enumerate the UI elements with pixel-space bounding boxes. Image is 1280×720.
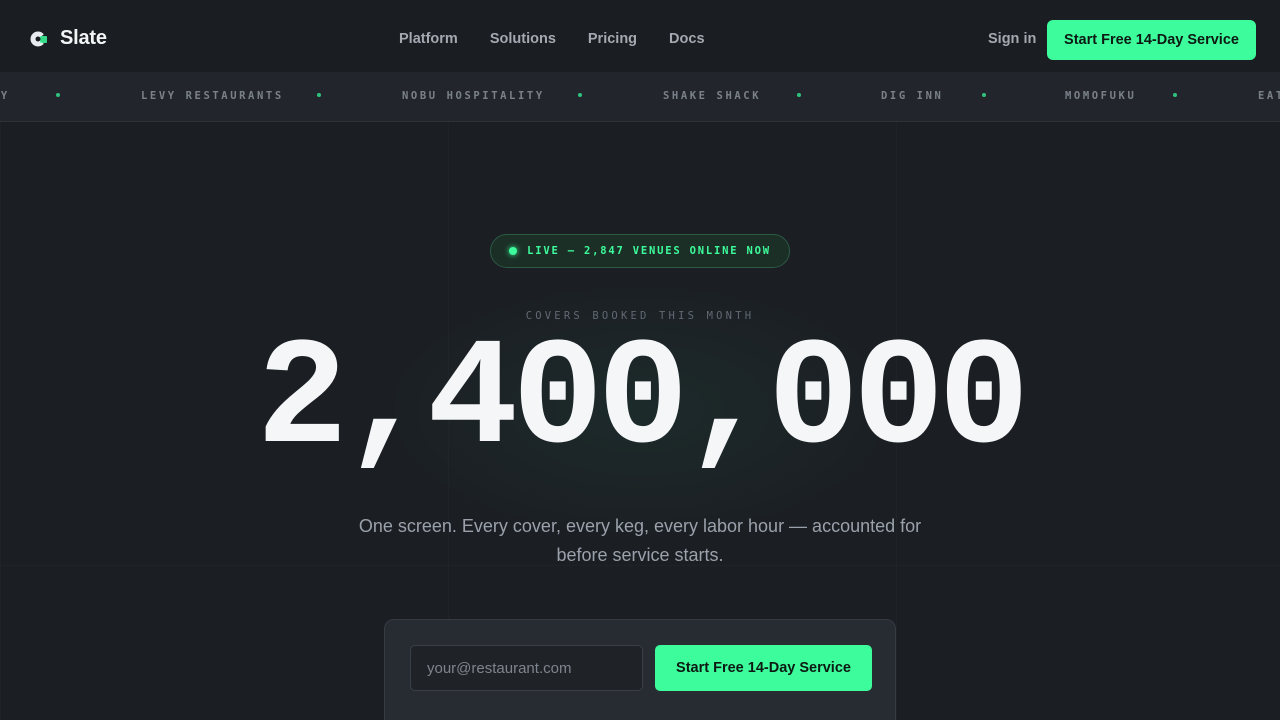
live-status-badge: LIVE — 2,847 VENUES ONLINE NOW xyxy=(490,234,790,268)
marquee-item: DIG INN xyxy=(881,90,944,102)
separator-dot xyxy=(578,93,582,97)
covers-booked-value: 2,400,000 xyxy=(256,314,1030,487)
slate-logo-icon xyxy=(28,28,50,50)
landing-page: Slate Platform Solutions Pricing Docs Si… xyxy=(0,0,1280,720)
sign-in-link[interactable]: Sign in xyxy=(988,31,1036,47)
marquee-item: EAT xyxy=(1258,90,1280,102)
nav-pricing[interactable]: Pricing xyxy=(588,31,637,47)
marquee-item: MOMOFUKU xyxy=(1065,90,1137,102)
live-indicator-icon xyxy=(509,247,518,255)
marquee-item: SHAKE SHACK xyxy=(663,90,762,102)
main-nav: Platform Solutions Pricing Docs xyxy=(399,31,705,47)
live-status-text: LIVE — 2,847 VENUES ONLINE NOW xyxy=(527,245,771,257)
marquee-item: TY xyxy=(0,90,10,102)
nav-platform[interactable]: Platform xyxy=(399,31,458,47)
nav-solutions[interactable]: Solutions xyxy=(490,31,556,47)
header-cta-button[interactable]: Start Free 14-Day Service xyxy=(1047,20,1256,60)
separator-dot xyxy=(1173,93,1177,97)
email-input[interactable] xyxy=(410,645,643,691)
signup-card: Start Free 14-Day Service xyxy=(384,619,896,720)
hero-tagline: One screen. Every cover, every keg, ever… xyxy=(358,516,922,565)
brand-logo[interactable]: Slate xyxy=(28,27,107,50)
signup-cta-button[interactable]: Start Free 14-Day Service xyxy=(655,645,872,691)
marquee-item: LEVY RESTAURANTS xyxy=(141,90,284,102)
separator-dot xyxy=(982,93,986,97)
separator-dot xyxy=(56,93,60,97)
separator-dot xyxy=(317,93,321,97)
customer-logo-marquee: TY LEVY RESTAURANTS NOBU HOSPITALITY SHA… xyxy=(0,72,1280,122)
site-header: Slate Platform Solutions Pricing Docs Si… xyxy=(0,0,1280,80)
marquee-item: NOBU HOSPITALITY xyxy=(402,90,545,102)
separator-dot xyxy=(797,93,801,97)
nav-docs[interactable]: Docs xyxy=(669,31,704,47)
brand-name: Slate xyxy=(60,27,107,49)
